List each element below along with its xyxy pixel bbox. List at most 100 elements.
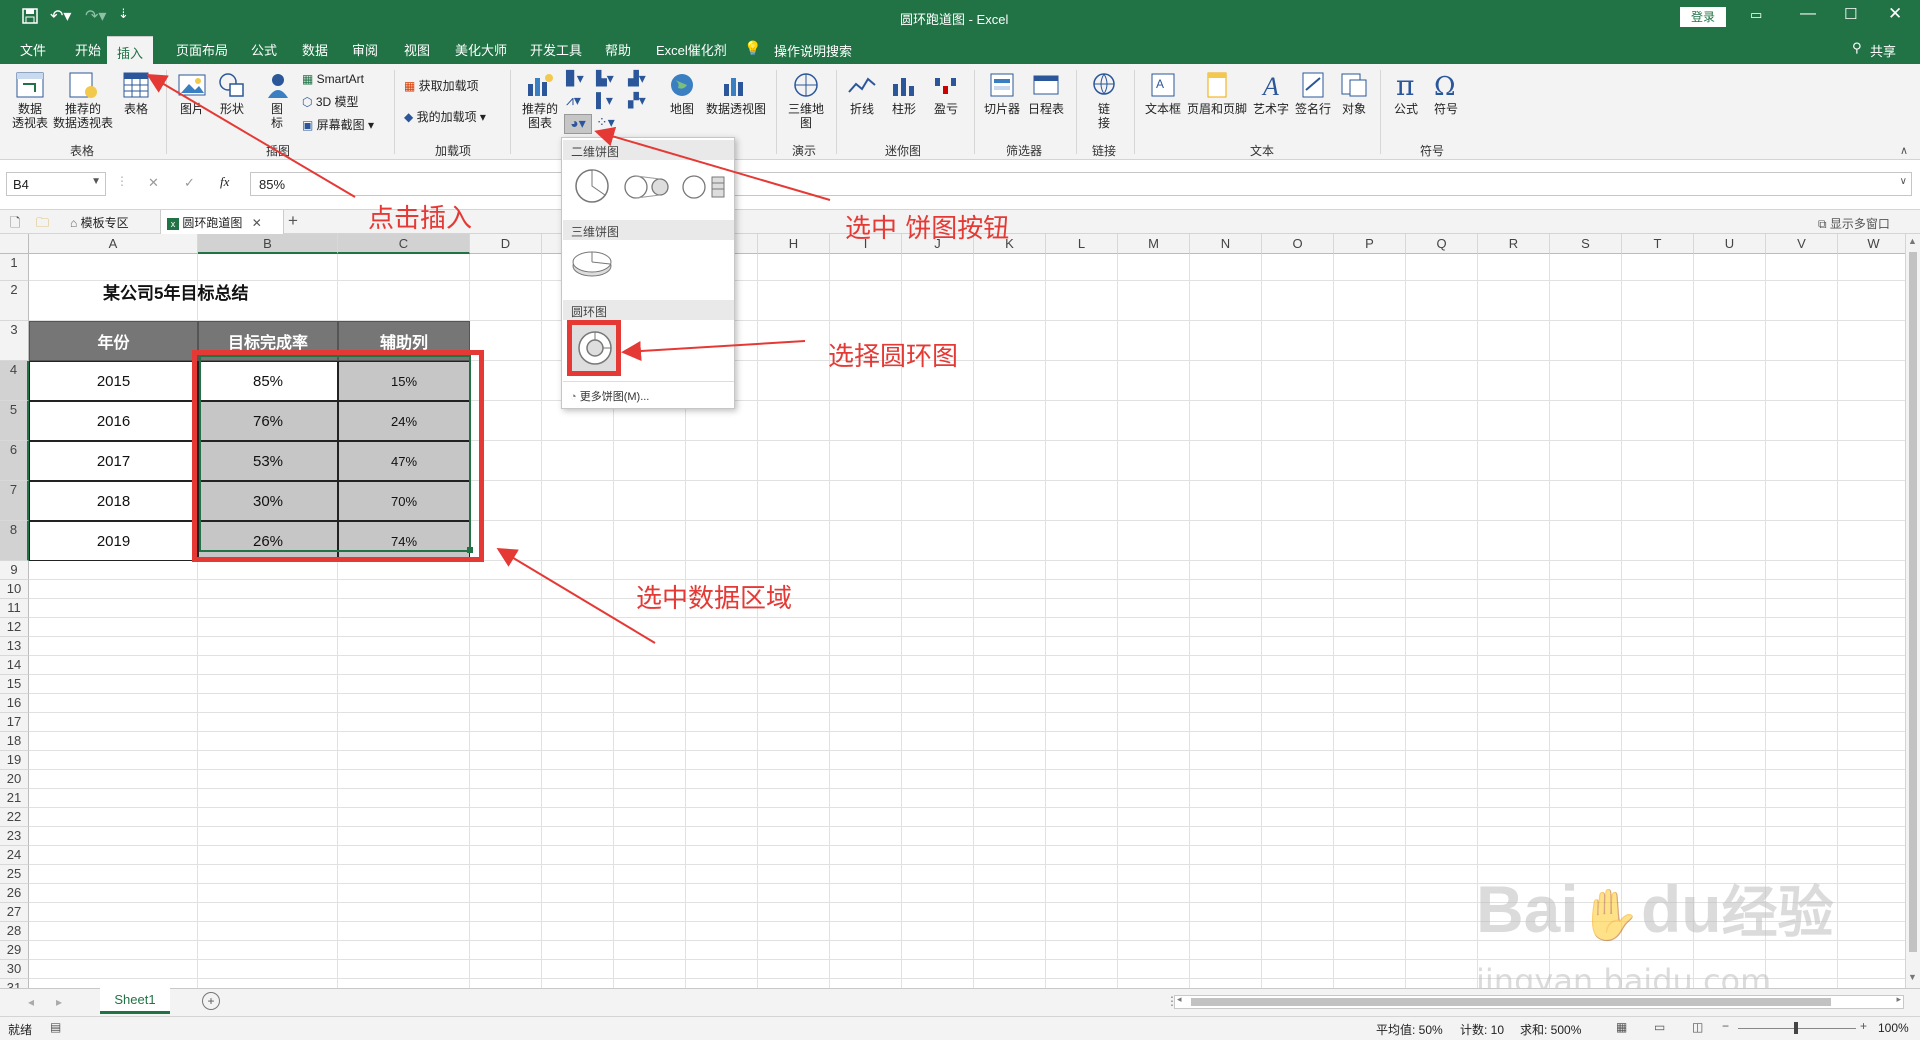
row-header[interactable]: 13 [0, 637, 29, 656]
table-cell[interactable]: 2019 [29, 521, 198, 561]
row-header[interactable]: 14 [0, 656, 29, 675]
combo-chart-icon[interactable]: ▞▾ [628, 92, 646, 109]
link-button[interactable]: 链 接 [1082, 70, 1126, 130]
pie-2d-icon[interactable] [574, 168, 610, 207]
workbook-tab-active[interactable]: x 圆环跑道图 ✕ [160, 210, 284, 234]
sheet-scroll-right-icon[interactable]: ▸ [56, 995, 62, 1009]
scroll-up-icon[interactable]: ▲ [1908, 236, 1917, 246]
object-button[interactable]: 对象 [1336, 70, 1372, 116]
row-header[interactable]: 12 [0, 618, 29, 637]
cancel-icon[interactable]: ✕ [148, 175, 159, 191]
pie-of-pie-icon[interactable] [624, 174, 670, 203]
line-chart-icon[interactable]: ⩘▾ [566, 92, 581, 109]
row-header[interactable]: 30 [0, 960, 29, 979]
page-break-view-icon[interactable]: ◫ [1692, 1020, 1703, 1034]
my-addins-button[interactable]: ◆ 我的加载项 ▾ [404, 110, 514, 124]
timeline-button[interactable]: 日程表 [1026, 70, 1066, 116]
maximize-icon[interactable]: ☐ [1844, 5, 1857, 23]
column-header[interactable]: S [1550, 234, 1622, 254]
hscroll-left-icon[interactable]: ◂ [1177, 994, 1182, 1005]
tab-3[interactable]: 页面布局 [176, 40, 228, 59]
scroll-down-icon[interactable]: ▼ [1908, 972, 1917, 982]
fill-handle[interactable] [467, 547, 473, 553]
expand-formula-icon[interactable]: ∨ [1900, 176, 1907, 187]
tab-6[interactable]: 审阅 [352, 40, 378, 59]
column-chart-icon[interactable]: ▊▾ [566, 70, 584, 87]
ribbon-display-icon[interactable]: ▭ [1750, 7, 1762, 23]
row-header[interactable]: 24 [0, 846, 29, 865]
tab-0[interactable]: 文件 [20, 40, 46, 59]
column-header[interactable]: C [338, 234, 470, 254]
pictures-button[interactable]: 图片 [174, 70, 210, 116]
column-header[interactable]: D [470, 234, 542, 254]
horizontal-scrollbar[interactable]: ◂ ▸ [1174, 994, 1904, 1009]
table-cell[interactable]: 2017 [29, 441, 198, 481]
customize-qat-icon[interactable]: ⇣ [118, 6, 129, 22]
table-cell[interactable]: 2016 [29, 401, 198, 441]
table-cell[interactable]: 2018 [29, 481, 198, 521]
tell-me-search[interactable]: 操作说明搜索 [774, 41, 852, 60]
recommended-charts-button[interactable]: 推荐的 图表 [518, 70, 562, 130]
redo-icon[interactable]: ↷▾ [85, 6, 106, 26]
sheet-scroll-left-icon[interactable]: ◂ [28, 995, 34, 1009]
login-button[interactable]: 登录 [1680, 7, 1726, 27]
macro-record-icon[interactable]: ▤ [50, 1020, 61, 1034]
column-header[interactable]: O [1262, 234, 1334, 254]
tab-1[interactable]: 开始 [75, 40, 101, 59]
column-header[interactable]: H [758, 234, 830, 254]
screenshot-button[interactable]: ▣ 屏幕截图 ▾ [302, 118, 382, 132]
vertical-scrollbar[interactable]: ▲ ▼ [1905, 234, 1920, 988]
sparkline-line-button[interactable]: 折线 [844, 70, 880, 116]
formula-input[interactable]: 85% ∨ [250, 172, 1912, 196]
zoom-out-icon[interactable]: − [1722, 1019, 1729, 1033]
tab-7[interactable]: 视图 [404, 40, 430, 59]
signature-line-button[interactable]: 签名行 [1292, 70, 1334, 116]
bar-of-pie-icon[interactable] [682, 174, 728, 203]
maps-button[interactable]: 地图 [664, 70, 700, 116]
smartart-button[interactable]: ▦ SmartArt [302, 72, 382, 86]
table-cell[interactable]: 2015 [29, 361, 198, 401]
column-header[interactable]: L [1046, 234, 1118, 254]
column-header[interactable]: R [1478, 234, 1550, 254]
close-tab-icon[interactable]: ✕ [252, 216, 262, 230]
statistic-chart-icon[interactable]: ▌▾ [596, 92, 613, 109]
recommended-pivot-button[interactable]: 推荐的 数据透视表 [52, 70, 114, 130]
more-pie-charts-item[interactable]: ◔ 更多饼图(M)... [570, 388, 730, 406]
row-header[interactable]: 26 [0, 884, 29, 903]
row-header[interactable]: 9 [0, 561, 29, 580]
vertical-scroll-thumb[interactable] [1909, 252, 1917, 952]
share-button[interactable]: 共享 [1870, 41, 1896, 60]
sparkline-winloss-button[interactable]: 盈亏 [928, 70, 964, 116]
column-header[interactable]: V [1766, 234, 1838, 254]
pie-3d-icon[interactable] [570, 248, 614, 283]
collapse-ribbon-icon[interactable]: ∧ [1900, 144, 1908, 157]
3d-models-button[interactable]: ⬡ 3D 模型 [302, 95, 382, 109]
row-header[interactable]: 16 [0, 694, 29, 713]
row-header[interactable]: 22 [0, 808, 29, 827]
row-header[interactable]: 20 [0, 770, 29, 789]
zoom-level[interactable]: 100% [1878, 1021, 1909, 1035]
row-header[interactable]: 25 [0, 865, 29, 884]
row-header[interactable]: 11 [0, 599, 29, 618]
column-header[interactable]: M [1118, 234, 1190, 254]
horizontal-scroll-thumb[interactable] [1191, 998, 1831, 1006]
new-tab-icon[interactable]: + [288, 211, 298, 231]
page-layout-view-icon[interactable]: ▭ [1654, 1020, 1665, 1034]
tab-4[interactable]: 公式 [251, 40, 277, 59]
row-header[interactable]: 29 [0, 941, 29, 960]
symbol-button[interactable]: Ω 符号 [1428, 70, 1464, 116]
hierarchy-chart-icon[interactable]: ▙▾ [596, 70, 614, 87]
column-header[interactable]: A [29, 234, 198, 254]
normal-view-icon[interactable]: ▦ [1616, 1020, 1627, 1034]
add-sheet-icon[interactable]: + [202, 992, 220, 1010]
row-header[interactable]: 8 [0, 521, 29, 561]
column-header[interactable]: P [1334, 234, 1406, 254]
enter-icon[interactable]: ✓ [184, 175, 195, 191]
tab-9[interactable]: 开发工具 [530, 40, 582, 59]
column-header[interactable]: N [1190, 234, 1262, 254]
tab-10[interactable]: 帮助 [605, 40, 631, 59]
minimize-icon[interactable]: — [1800, 5, 1816, 23]
doughnut-chart-option[interactable] [567, 320, 621, 376]
table-button[interactable]: 表格 [118, 70, 154, 116]
header-footer-button[interactable]: 页眉和页脚 [1186, 70, 1248, 116]
